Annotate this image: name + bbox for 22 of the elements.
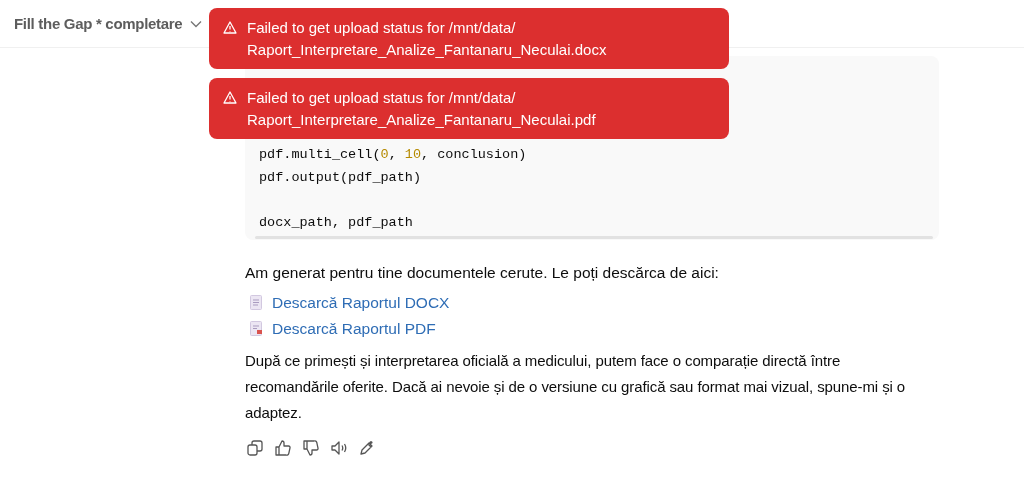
download-link[interactable]: Descarcă Raportul DOCX xyxy=(272,293,450,312)
thumbs-down-icon[interactable] xyxy=(303,440,319,456)
warning-icon xyxy=(223,21,237,34)
intro-text: Am generat pentru tine documentele cerute. Le poți descărca de aici: xyxy=(245,263,720,283)
error-message: Failed to get upload status for /mnt/data/ xyxy=(247,88,517,108)
pencil-sparkle-icon[interactable] xyxy=(359,440,375,456)
speaker-icon[interactable] xyxy=(331,440,347,456)
pdf-file-icon xyxy=(250,321,262,336)
code-line: docx_path, pdf_path xyxy=(258,214,414,232)
code-line: pdf.multi_cell(0, 10, conclusion) xyxy=(258,146,528,164)
warning-icon xyxy=(223,91,237,104)
copy-icon[interactable] xyxy=(247,440,263,456)
error-message: Raport_Interpretare_Analize_Fantanaru_Neculai.pdf xyxy=(247,110,596,130)
document-icon xyxy=(250,295,262,310)
thumbs-up-icon[interactable] xyxy=(275,440,291,456)
chevron-down-icon[interactable] xyxy=(190,19,203,28)
chat-title[interactable]: Fill the Gap * completare xyxy=(14,15,183,32)
error-message: Raport_Interpretare_Analize_Fantanaru_Neculai.docx xyxy=(247,40,607,60)
response-paragraph: După ce primești și interpretarea oficială a medicului, putem face o comparație directă între recomandările oferite. Dacă ai nevoie și de o versiune cu grafică sau format mai vizual, spune-mi și o adaptez. xyxy=(245,351,907,423)
code-line: pdf.output(pdf_path) xyxy=(258,169,423,187)
download-link[interactable]: Descarcă Raportul PDF xyxy=(272,319,436,338)
error-message: Failed to get upload status for /mnt/data/ xyxy=(247,18,517,38)
